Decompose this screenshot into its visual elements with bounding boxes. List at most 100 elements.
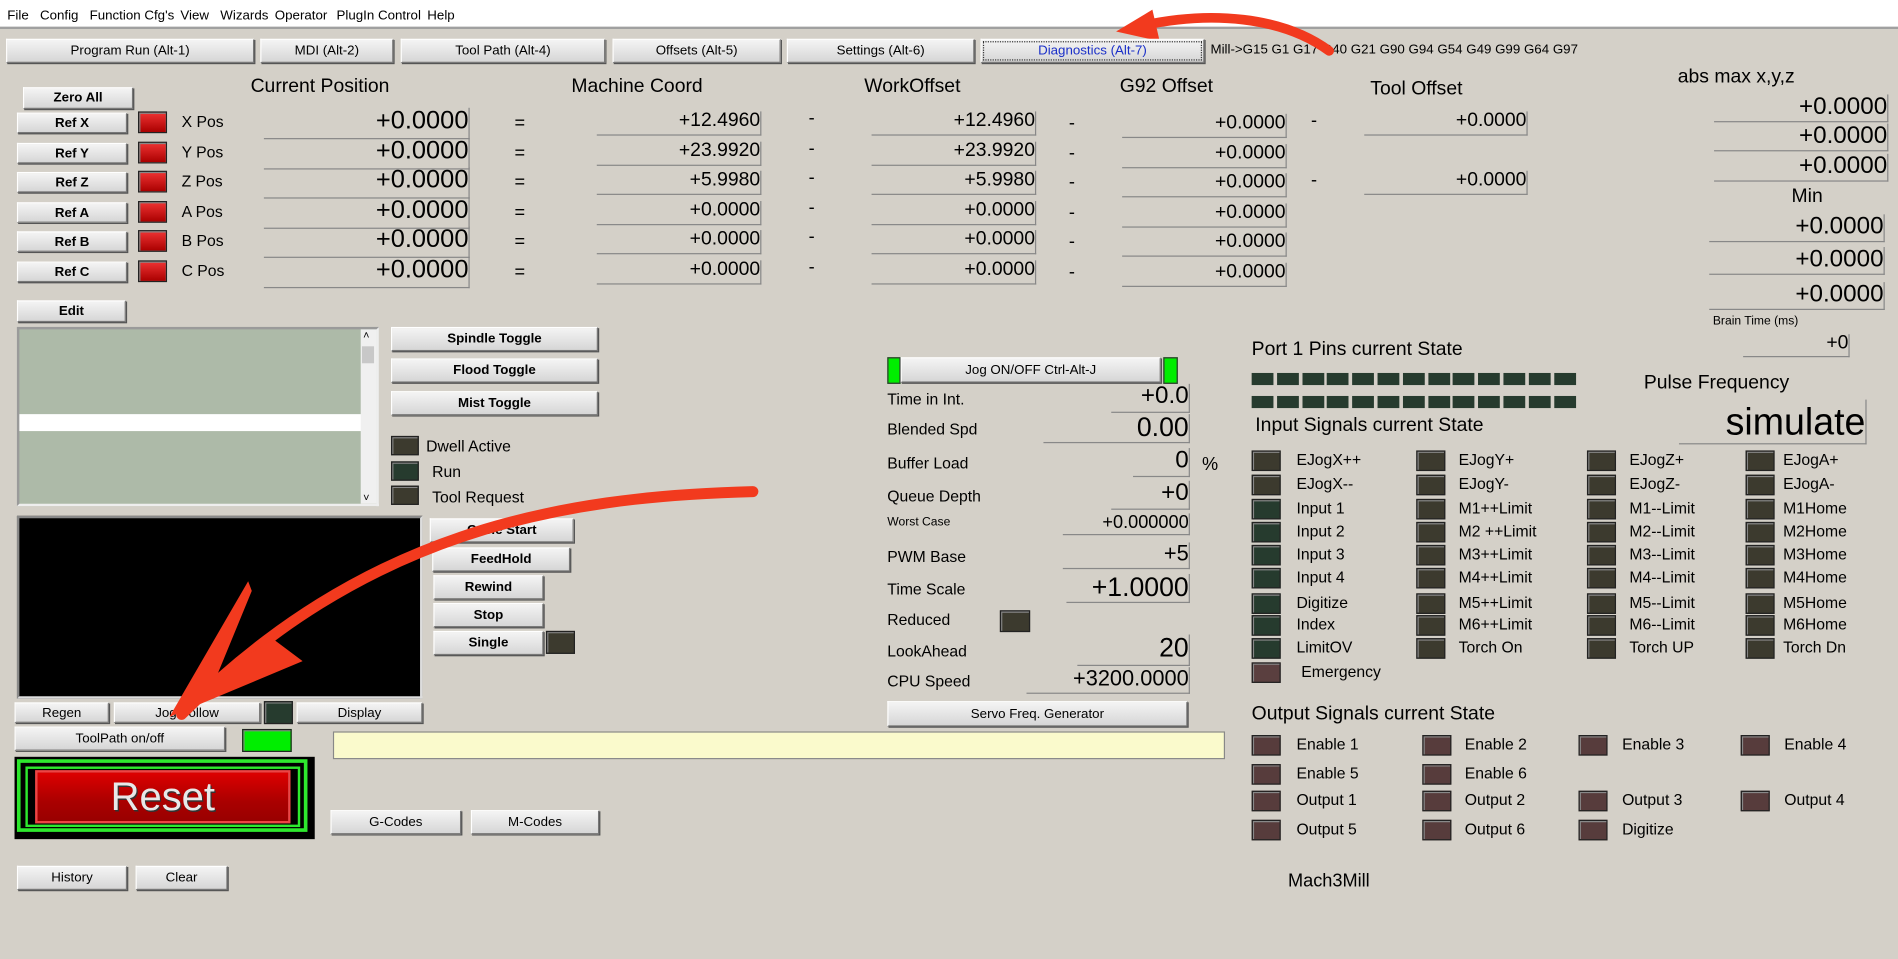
gcode-scrollbar[interactable]: ˄ ˅ (360, 329, 377, 504)
tab-tool-path[interactable]: Tool Path (Alt-4) (400, 38, 606, 63)
input-led-m4home (1745, 567, 1775, 589)
edit-button[interactable]: Edit (16, 300, 126, 323)
gcodes-button[interactable]: G-Codes (330, 810, 462, 835)
input-label: M3--Limit (1629, 544, 1695, 564)
ref-y-button[interactable]: Ref Y (16, 142, 128, 164)
output-led-output-1 (1251, 790, 1281, 812)
feedhold-button[interactable]: FeedHold (432, 547, 571, 572)
run-label: Run (432, 462, 462, 481)
input-label: M4++Limit (1458, 567, 1533, 587)
ref-a-led (137, 201, 168, 223)
modal-gcode-line: Mill->G15 G1 G17 G40 G21 G90 G94 G54 G49… (1210, 42, 1579, 57)
current-x-dro[interactable]: +0.0000 (263, 107, 470, 140)
input-label: M1--Limit (1629, 498, 1695, 518)
jog-onoff-button[interactable]: Jog ON/OFF Ctrl-Alt-J (900, 357, 1161, 383)
menu-config[interactable]: Config (40, 8, 78, 23)
single-button[interactable]: Single (433, 630, 544, 656)
jog-toggle[interactable]: Jog ON/OFF Ctrl-Alt-J (887, 357, 1186, 384)
menu-plugin-control[interactable]: PlugIn Control (337, 8, 421, 23)
output-led-enable-4 (1740, 735, 1770, 756)
ref-a-button[interactable]: Ref A (16, 202, 128, 223)
menu-help[interactable]: Help (427, 8, 454, 23)
regen-button[interactable]: Regen (14, 702, 109, 723)
machine-b-value: +0.0000 (596, 229, 762, 255)
display-button[interactable]: Display (296, 702, 423, 723)
header-abs-max: abs max x,y,z (1677, 66, 1795, 88)
input-led-m5-limit (1586, 593, 1617, 614)
ref-z-button[interactable]: Ref Z (16, 171, 128, 193)
tab-mdi[interactable]: MDI (Alt-2) (260, 38, 394, 63)
ref-x-button[interactable]: Ref X (16, 112, 128, 134)
spindle-toggle-button[interactable]: Spindle Toggle (390, 326, 598, 352)
input-led-ejogy- (1416, 450, 1446, 472)
mdi-input[interactable] (332, 731, 1226, 760)
jog-follow-button[interactable]: Jog Follow (113, 702, 261, 723)
input-label: M2Home (1783, 521, 1847, 541)
gcode-list[interactable]: ˄ ˅ (16, 326, 379, 507)
input-label: M2--Limit (1629, 521, 1695, 541)
clear-button[interactable]: Clear (135, 865, 228, 891)
input-led-m1home (1745, 498, 1775, 520)
current-b-dro[interactable]: +0.0000 (263, 226, 470, 258)
scroll-thumb[interactable] (361, 346, 375, 364)
input-label: M5--Limit (1629, 593, 1695, 612)
axis-z-label: Z Pos (181, 171, 223, 191)
work-offset-z-value: +5.9980 (871, 170, 1037, 195)
current-z-dro[interactable]: +0.0000 (263, 167, 470, 199)
input-signals-title: Input Signals current State (1255, 415, 1484, 436)
mist-toggle-button[interactable]: Mist Toggle (390, 391, 598, 416)
current-c-dro[interactable]: +0.0000 (263, 256, 470, 289)
tab-diagnostics[interactable]: Diagnostics (Alt-7) (980, 38, 1205, 63)
port-pin-led (1427, 395, 1450, 409)
time-scale-value: +1.0000 (1066, 573, 1190, 604)
toolpath-display[interactable] (16, 515, 423, 699)
port-pin-led (1352, 372, 1375, 386)
output-led-output-3 (1578, 790, 1608, 812)
scroll-up-icon[interactable]: ˄ (363, 329, 369, 341)
input-led-input-2 (1251, 521, 1281, 543)
reduced-label: Reduced (887, 610, 951, 629)
scroll-down-icon[interactable]: ˅ (363, 492, 369, 504)
tab-program-run[interactable]: Program Run (Alt-1) (6, 38, 255, 63)
input-label: M3Home (1783, 544, 1847, 564)
input-led-m3-limit (1586, 544, 1617, 566)
port-pin-led (1377, 395, 1400, 409)
ref-b-button[interactable]: Ref B (16, 231, 128, 252)
port-pin-led (1352, 395, 1375, 409)
history-button[interactable]: History (16, 865, 128, 891)
reset-button[interactable]: Reset (14, 756, 315, 840)
tool-request-led (390, 485, 419, 505)
time-in-int-label: Time in Int. (887, 389, 965, 409)
tab-offsets[interactable]: Offsets (Alt-5) (612, 38, 781, 63)
cycle-start-button[interactable]: Cycle Start (429, 518, 574, 543)
menu-function-cfg-s[interactable]: Function Cfg's (90, 8, 175, 23)
output-label: Digitize (1622, 819, 1674, 838)
flood-toggle-button[interactable]: Flood Toggle (390, 358, 598, 383)
port-pin-led (1251, 395, 1274, 409)
menu-operator[interactable]: Operator (275, 8, 328, 23)
zero-all-button[interactable]: Zero All (22, 87, 134, 109)
menu-wizards[interactable]: Wizards (220, 8, 268, 23)
output-label: Enable 6 (1464, 764, 1527, 783)
menu-view[interactable]: View (180, 8, 209, 23)
input-led-input-1 (1251, 498, 1281, 520)
equals-sign: = (514, 261, 526, 283)
output-led-enable-2 (1422, 735, 1452, 756)
min-value: +0.0000 (1709, 282, 1885, 310)
menu-bar: File Config Function Cfg's View Wizards Opera… (0, 0, 1898, 30)
input-led-ejoga- (1745, 474, 1775, 496)
mcodes-button[interactable]: M-Codes (470, 810, 600, 835)
stop-button[interactable]: Stop (433, 603, 544, 628)
input-label: EJogX-- (1296, 474, 1354, 493)
tab-settings[interactable]: Settings (Alt-6) (786, 38, 975, 63)
rewind-button[interactable]: Rewind (433, 575, 544, 600)
ref-c-button[interactable]: Ref C (16, 261, 128, 283)
toolpath-toggle-button[interactable]: ToolPath on/off (14, 726, 226, 751)
jog-follow-led (263, 701, 293, 725)
current-y-dro[interactable]: +0.0000 (263, 138, 470, 170)
profile-name: Mach3Mill (1287, 870, 1370, 892)
servo-freq-generator-button[interactable]: Servo Freq. Generator (887, 701, 1188, 727)
current-a-dro[interactable]: +0.0000 (263, 197, 470, 229)
menu-file[interactable]: File (7, 8, 28, 23)
reset-label: Reset (35, 770, 291, 824)
